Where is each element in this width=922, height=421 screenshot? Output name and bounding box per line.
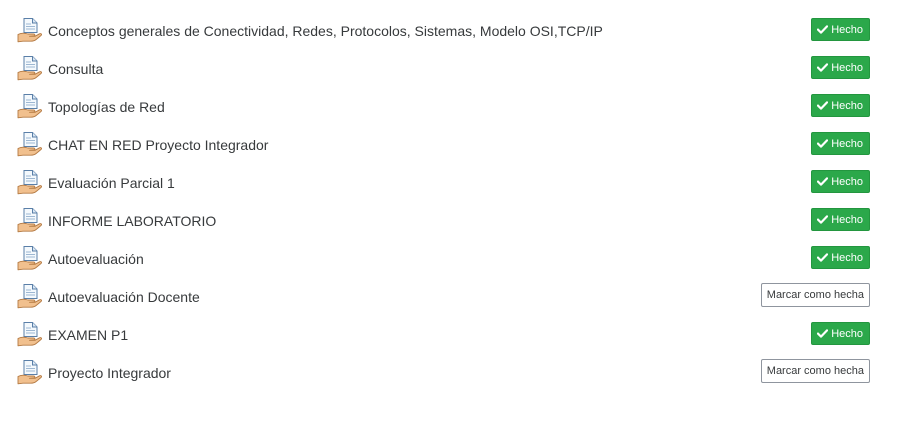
- page-icon[interactable]: [17, 169, 43, 195]
- page-icon[interactable]: [17, 93, 43, 119]
- completion-done-button[interactable]: Hecho: [811, 322, 870, 345]
- completion-label: Hecho: [831, 138, 863, 150]
- page-icon[interactable]: [17, 131, 43, 157]
- completion-label: Hecho: [831, 24, 863, 36]
- check-icon: [817, 210, 829, 224]
- completion-done-button[interactable]: Hecho: [811, 94, 870, 117]
- check-icon: [817, 96, 829, 110]
- activity-row: Evaluación Parcial 1 Hecho: [0, 164, 922, 202]
- activity-link[interactable]: Topologías de Red: [48, 98, 165, 116]
- page-icon[interactable]: [17, 207, 43, 233]
- completion-label: Hecho: [831, 62, 863, 74]
- completion-done-button[interactable]: Hecho: [811, 18, 870, 41]
- check-icon: [817, 324, 829, 338]
- activity-row: Autoevaluación Hecho: [0, 240, 922, 278]
- check-icon: [817, 58, 829, 72]
- check-icon: [817, 20, 829, 34]
- check-icon: [817, 248, 829, 262]
- check-icon: [817, 134, 829, 148]
- activity-link[interactable]: Autoevaluación Docente: [48, 288, 200, 306]
- completion-done-button[interactable]: Hecho: [811, 246, 870, 269]
- page-icon[interactable]: [17, 359, 43, 385]
- activity-row: EXAMEN P1 Hecho: [0, 316, 922, 354]
- completion-done-button[interactable]: Hecho: [811, 170, 870, 193]
- completion-done-button[interactable]: Hecho: [811, 56, 870, 79]
- completion-label: Hecho: [831, 214, 863, 226]
- activity-row: Topologías de Red Hecho: [0, 88, 922, 126]
- activity-row: Conceptos generales de Conectividad, Red…: [0, 12, 922, 50]
- activity-link[interactable]: EXAMEN P1: [48, 326, 128, 344]
- activity-link[interactable]: Autoevaluación: [48, 250, 144, 268]
- mark-as-done-button[interactable]: Marcar como hecha: [760, 359, 870, 383]
- mark-as-done-button[interactable]: Marcar como hecha: [760, 283, 870, 307]
- activity-link[interactable]: CHAT EN RED Proyecto Integrador: [48, 136, 268, 154]
- activity-row: Proyecto Integrador Marcar como hecha: [0, 354, 922, 392]
- activity-row: CHAT EN RED Proyecto Integrador Hecho: [0, 126, 922, 164]
- activity-link[interactable]: Evaluación Parcial 1: [48, 174, 175, 192]
- activity-row: Consulta Hecho: [0, 50, 922, 88]
- activity-row: INFORME LABORATORIO Hecho: [0, 202, 922, 240]
- activity-link[interactable]: INFORME LABORATORIO: [48, 212, 216, 230]
- completion-done-button[interactable]: Hecho: [811, 132, 870, 155]
- activity-link[interactable]: Proyecto Integrador: [48, 364, 171, 382]
- activity-list: Conceptos generales de Conectividad, Red…: [0, 0, 922, 421]
- activity-link[interactable]: Consulta: [48, 60, 103, 78]
- page-icon[interactable]: [17, 245, 43, 271]
- completion-label: Hecho: [831, 100, 863, 112]
- completion-done-button[interactable]: Hecho: [811, 208, 870, 231]
- completion-label: Hecho: [831, 252, 863, 264]
- completion-label: Hecho: [831, 176, 863, 188]
- page-icon[interactable]: [17, 55, 43, 81]
- completion-label: Hecho: [831, 328, 863, 340]
- activity-link[interactable]: Conceptos generales de Conectividad, Red…: [48, 22, 603, 40]
- page-icon[interactable]: [17, 17, 43, 43]
- check-icon: [817, 172, 829, 186]
- activity-row: Autoevaluación Docente Marcar como hecha: [0, 278, 922, 316]
- page-icon[interactable]: [17, 321, 43, 347]
- page-icon[interactable]: [17, 283, 43, 309]
